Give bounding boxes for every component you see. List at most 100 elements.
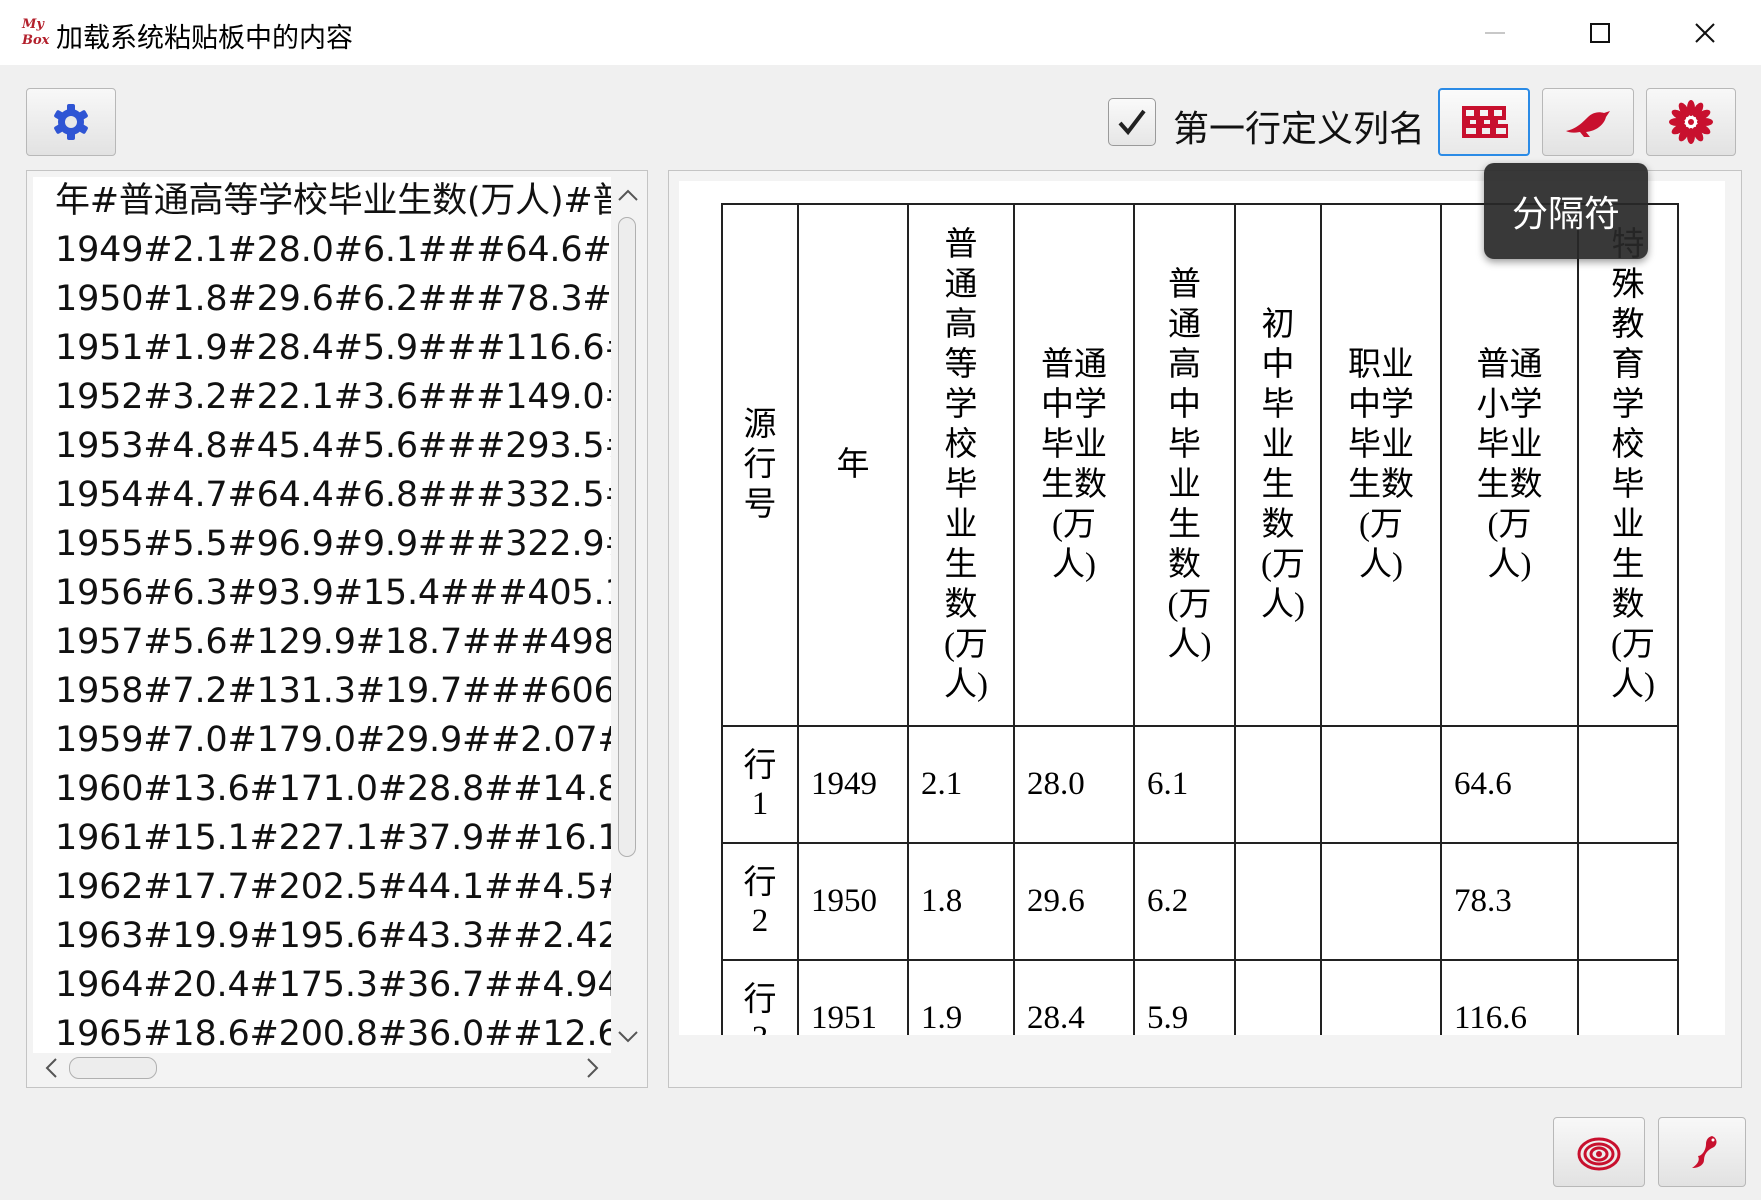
maximize-icon bbox=[1590, 22, 1610, 43]
table-header-cell: 普通高等学校毕业生数(万人) bbox=[907, 203, 1015, 727]
spiral-icon bbox=[1577, 1137, 1621, 1171]
close-icon bbox=[1695, 22, 1715, 43]
header-label: 职业中学毕业生数(万人) bbox=[1348, 347, 1414, 583]
clipboard-text-line: 1954#4.7#64.4#6.8###332.5#0.0 bbox=[55, 475, 611, 515]
table-cell: 1949 bbox=[797, 725, 909, 844]
header-label: 普通高中毕业生数(万人) bbox=[1167, 267, 1212, 663]
table-header-cell: 特殊教育学校毕业生数(万人) bbox=[1577, 203, 1679, 727]
table-cell: 78.3 bbox=[1440, 842, 1579, 961]
row-label: 行2 bbox=[743, 864, 777, 939]
table-header-cell: 普通高中毕业生数(万人) bbox=[1133, 203, 1236, 727]
panel-splitter[interactable] bbox=[658, 170, 668, 1088]
table-cell: 2.1 bbox=[907, 725, 1015, 844]
pattern-icon bbox=[1462, 106, 1508, 138]
minimize-button[interactable] bbox=[1445, 0, 1545, 65]
scroll-down-icon[interactable] bbox=[613, 1023, 643, 1051]
first-row-checkbox[interactable] bbox=[1108, 98, 1156, 146]
clipboard-text-line: 1956#6.3#93.9#15.4###405.1#0 bbox=[55, 573, 611, 613]
row-label: 行3 bbox=[743, 981, 777, 1036]
bird-icon bbox=[1566, 111, 1610, 137]
clipboard-text-line: 1952#3.2#22.1#3.6###149.0# bbox=[55, 377, 611, 417]
vertical-scrollbar[interactable] bbox=[613, 177, 643, 1053]
table-cell: 28.0 bbox=[1013, 725, 1135, 844]
flower-icon bbox=[1669, 100, 1713, 144]
scroll-left-icon[interactable] bbox=[37, 1053, 65, 1083]
table-cell: 64.6 bbox=[1440, 725, 1579, 844]
horizontal-scrollbar[interactable] bbox=[33, 1053, 611, 1083]
flower-button[interactable] bbox=[1646, 88, 1736, 156]
header-label: 特殊教育学校毕业生数(万人) bbox=[1611, 227, 1655, 703]
table-cell bbox=[1320, 725, 1442, 844]
clipboard-text-line: 1964#20.4#175.3#36.7##4.94#5 bbox=[55, 965, 611, 1005]
clipboard-text-line: 1963#19.9#195.6#43.3##2.42#4 bbox=[55, 916, 611, 956]
vertical-scroll-thumb[interactable] bbox=[618, 217, 636, 857]
clipboard-text-line: 1958#7.2#131.3#19.7###606.3# bbox=[55, 671, 611, 711]
table-row: 行1 1949 2.1 28.0 6.1 64.6 bbox=[721, 725, 1679, 844]
app-logo-icon: My Box bbox=[20, 14, 52, 50]
clipboard-text-line: 1959#7.0#179.0#29.9##2.07#54 bbox=[55, 720, 611, 760]
table-header-cell: 普通中学毕业生数(万人) bbox=[1013, 203, 1135, 727]
table-cell: 6.2 bbox=[1133, 842, 1236, 961]
table-cell bbox=[1577, 842, 1679, 961]
header-label: 普通中学毕业生数(万人) bbox=[1041, 347, 1107, 583]
scroll-right-icon[interactable] bbox=[579, 1053, 607, 1083]
table-header-row: 源行号 年 普通高等学校毕业生数(万人) 普通中学毕业生数(万人) 普通高中毕业生数(万… bbox=[721, 203, 1679, 727]
clipboard-text-lines: 年#普通高等学校毕业生数(万人)#普 1949#2.1#28.0#6.1###64… bbox=[33, 177, 611, 1053]
table-cell: 1.9 bbox=[907, 959, 1015, 1035]
delimiter-tooltip: 分隔符 bbox=[1484, 163, 1648, 259]
first-row-label[interactable]: 第一行定义列名 bbox=[1173, 100, 1425, 152]
table-row: 行2 1950 1.8 29.6 6.2 78.3 bbox=[721, 842, 1679, 961]
delimiter-button[interactable] bbox=[1438, 88, 1530, 156]
table-cell bbox=[1320, 842, 1442, 961]
clipboard-text-line: 1950#1.8#29.6#6.2###78.3# bbox=[55, 279, 611, 319]
row-label-cell: 行2 bbox=[721, 842, 799, 961]
table-header-cell: 源行号 bbox=[721, 203, 799, 727]
table-cell: 116.6 bbox=[1440, 959, 1579, 1035]
clipboard-text-line: 1960#13.6#171.0#28.8##14.89# bbox=[55, 769, 611, 809]
table-header-cell: 普通小学毕业生数(万人) bbox=[1440, 203, 1579, 727]
clipboard-text-area[interactable]: 年#普通高等学校毕业生数(万人)#普 1949#2.1#28.0#6.1###64… bbox=[33, 177, 611, 1053]
header-label: 初中毕业生数(万人) bbox=[1261, 307, 1305, 623]
table-preview-panel: 源行号 年 普通高等学校毕业生数(万人) 普通中学毕业生数(万人) 普通高中毕业生数(万… bbox=[668, 170, 1742, 1088]
table-cell: 1951 bbox=[797, 959, 909, 1035]
row-label-cell: 行3 bbox=[721, 959, 799, 1036]
logo-line2: Box bbox=[21, 33, 50, 48]
clipboard-text-panel: 年#普通高等学校毕业生数(万人)#普 1949#2.1#28.0#6.1###64… bbox=[26, 170, 648, 1088]
table-header-cell: 年 bbox=[797, 203, 909, 727]
clipboard-text-line: 1955#5.5#96.9#9.9###322.9#0.0 bbox=[55, 524, 611, 564]
clipboard-text-line: 1961#15.1#227.1#37.9##16.12# bbox=[55, 818, 611, 858]
clipboard-text-line: 1957#5.6#129.9#18.7###498.0# bbox=[55, 622, 611, 662]
clipboard-text-line: 1965#18.6#200.8#36.0##12.6#6 bbox=[55, 1014, 611, 1053]
table-cell: 1.8 bbox=[907, 842, 1015, 961]
table-body: 行1 1949 2.1 28.0 6.1 64.6 行2 1950 1.8 29.6 6.2 78.3… bbox=[721, 725, 1679, 1036]
cancel-button[interactable] bbox=[1658, 1117, 1746, 1187]
phoenix-icon bbox=[1692, 1136, 1717, 1168]
table-cell bbox=[1577, 725, 1679, 844]
row-label-cell: 行1 bbox=[721, 725, 799, 844]
close-button[interactable] bbox=[1655, 0, 1755, 65]
table-cell: 28.4 bbox=[1013, 959, 1135, 1035]
table-preview[interactable]: 源行号 年 普通高等学校毕业生数(万人) 普通中学毕业生数(万人) 普通高中毕业生数(万… bbox=[679, 181, 1725, 1035]
scroll-up-icon[interactable] bbox=[613, 181, 643, 209]
logo-line1: My bbox=[21, 17, 45, 32]
data-table: 源行号 年 普通高等学校毕业生数(万人) 普通中学毕业生数(万人) 普通高中毕业生数(万… bbox=[721, 203, 1679, 1035]
horizontal-scroll-thumb[interactable] bbox=[69, 1057, 157, 1079]
clipboard-text-line: 1949#2.1#28.0#6.1###64.6# bbox=[55, 230, 611, 270]
maximize-button[interactable] bbox=[1550, 0, 1650, 65]
checkmark-icon bbox=[1118, 109, 1146, 136]
header-label: 普通高等学校毕业生数(万人) bbox=[944, 227, 988, 703]
settings-button[interactable] bbox=[26, 88, 116, 156]
minimize-icon bbox=[1485, 31, 1505, 34]
table-cell: 29.6 bbox=[1013, 842, 1135, 961]
table-header-cell: 职业中学毕业生数(万人) bbox=[1320, 203, 1442, 727]
table-cell bbox=[1234, 959, 1322, 1035]
bird-button[interactable] bbox=[1542, 88, 1634, 156]
table-cell bbox=[1234, 725, 1322, 844]
window-title: 加载系统粘贴板中的内容 bbox=[56, 23, 353, 54]
table-row: 行3 19511.928.45.9 116.6 bbox=[721, 959, 1679, 1036]
ok-button[interactable] bbox=[1553, 1117, 1645, 1187]
title-bar: My Box 加载系统粘贴板中的内容 bbox=[0, 0, 1761, 65]
table-cell: 5.9 bbox=[1133, 959, 1236, 1035]
table-cell: 6.1 bbox=[1133, 725, 1236, 844]
clipboard-text-line: 1953#4.8#45.4#5.6###293.5# bbox=[55, 426, 611, 466]
